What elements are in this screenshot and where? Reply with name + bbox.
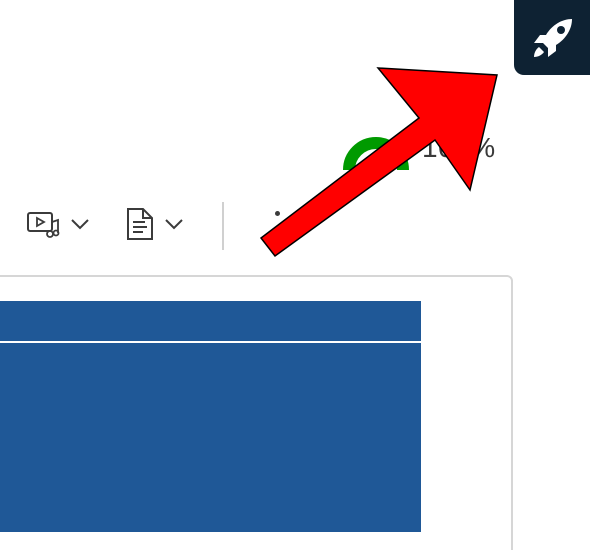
page: 100% bbox=[0, 0, 590, 550]
media-dropdown-button[interactable] bbox=[26, 200, 90, 252]
media-play-music-icon bbox=[26, 208, 62, 245]
slide-title-bar[interactable] bbox=[0, 301, 421, 341]
progress-indicator bbox=[340, 125, 410, 175]
toolbar bbox=[0, 200, 520, 252]
document-lines-icon bbox=[124, 206, 156, 247]
more-dots-icon[interactable] bbox=[272, 208, 282, 218]
chevron-down-icon bbox=[164, 217, 184, 236]
document-dropdown-button[interactable] bbox=[124, 200, 184, 252]
progress-ring bbox=[340, 125, 410, 175]
rocket-icon bbox=[526, 13, 582, 63]
slide-content-area[interactable] bbox=[0, 343, 421, 532]
rocket-launcher-button[interactable] bbox=[514, 0, 590, 75]
toolbar-divider bbox=[222, 202, 224, 250]
chevron-down-icon bbox=[70, 217, 90, 236]
progress-percent-text: 100% bbox=[422, 132, 496, 163]
